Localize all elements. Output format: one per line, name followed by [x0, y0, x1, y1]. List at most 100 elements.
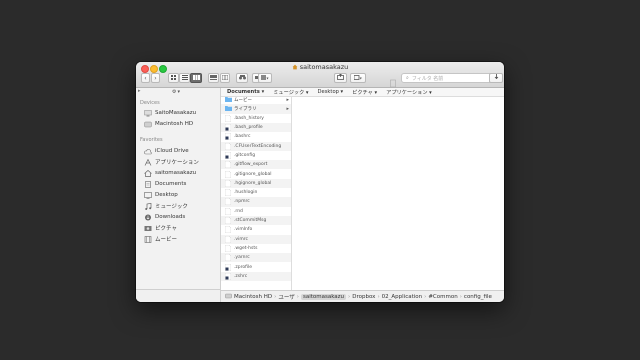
list-item[interactable]: .yarnrc — [221, 253, 291, 263]
sidebar-item-label: iCloud Drive — [155, 148, 189, 154]
sidebar-item-icloud[interactable]: iCloud Drive — [144, 146, 189, 156]
arrange-button[interactable]: ▾ — [258, 73, 272, 83]
document-icon — [224, 244, 232, 253]
share-button[interactable] — [334, 73, 347, 83]
list-item[interactable]: .CFUserTextEncoding — [221, 141, 291, 151]
list-icon — [181, 74, 188, 82]
column-header-pictures[interactable]: ピクチャ ▾ — [352, 89, 377, 96]
path-separator: › — [459, 293, 462, 300]
view-gallery-button[interactable] — [208, 73, 219, 83]
sidebar-item-movies[interactable]: ムービー — [144, 234, 177, 244]
list-item[interactable]: .hgignore_global — [221, 178, 291, 188]
list-item-label: .rnd — [234, 208, 243, 214]
sidebar-item-desktop[interactable]: Desktop — [144, 190, 178, 200]
list-item[interactable]: .vimInfo — [221, 225, 291, 234]
action-gear-button[interactable]: ⚙ ▾ — [172, 88, 186, 96]
path-segment[interactable]: Dropbox — [352, 294, 375, 300]
desktop-icon — [144, 191, 152, 199]
list-item-label: .hushlogin — [234, 190, 258, 196]
column-header-music[interactable]: ミュージック ▾ — [273, 89, 308, 96]
action-button[interactable]: ▾ — [350, 73, 366, 83]
list-item-label: .stCommitMsg — [234, 218, 267, 224]
disk-icon — [144, 121, 152, 128]
list-item[interactable]: .hushlogin — [221, 188, 291, 197]
list-item[interactable]: .vimrc — [221, 234, 291, 244]
share-icon — [337, 73, 344, 82]
chevron-right-icon: ▸ — [286, 97, 289, 103]
list-item[interactable]: ムービー ▸ — [221, 97, 291, 104]
list-item[interactable]: .bash_history — [221, 114, 291, 123]
list-item[interactable]: .bashrc — [221, 132, 291, 141]
sidebar: ▸ ⚙ ▾ Devices SaitoMasakazu Macintosh HD … — [136, 88, 221, 302]
path-segment[interactable]: saitomasakazu — [300, 293, 347, 300]
view-list-button[interactable] — [179, 73, 190, 83]
grid-icon — [170, 74, 177, 82]
exec-file-icon — [224, 133, 232, 141]
sidebar-item-documents[interactable]: Documents — [144, 179, 186, 189]
sidebar-section-favorites: Favorites — [140, 137, 163, 143]
list-item-label: .yarnrc — [234, 255, 250, 261]
list-item[interactable]: .bash_profile — [221, 122, 291, 133]
dropbox-button[interactable] — [489, 73, 503, 83]
sidebar-item-computer[interactable]: SaitoMasakazu — [144, 108, 196, 118]
applications-icon — [144, 158, 152, 166]
list-item[interactable]: .npmrc — [221, 197, 291, 207]
finder-window: saitomasakazu ‹ › ▾ ▾ ⌕ フィルタ 名前 ▸ ⚙ ▾ De… — [136, 62, 504, 302]
list-item[interactable]: .zshrc — [221, 271, 291, 281]
document-icon — [224, 235, 232, 243]
path-segment[interactable]: #Common — [428, 294, 457, 300]
sidebar-item-label: Documents — [155, 181, 187, 187]
sidebar-item-home[interactable]: saitomasakazu — [144, 168, 196, 178]
list-item[interactable]: .gitignore_global — [221, 169, 291, 178]
path-separator: › — [424, 293, 427, 300]
list-item-label: .zprofile — [234, 264, 253, 270]
document-icon — [224, 198, 232, 206]
pictures-icon — [144, 225, 152, 232]
view-coverflow-button[interactable] — [220, 73, 230, 83]
sidebar-item-label: Downloads — [155, 214, 186, 220]
list-item[interactable]: .stCommitMsg — [221, 215, 291, 226]
list-item[interactable]: ライブラリ ▸ — [221, 104, 291, 114]
list-item[interactable]: .gitconfig — [221, 151, 291, 160]
path-segment[interactable]: Macintosh HD — [234, 294, 272, 300]
search-field[interactable]: ⌕ フィルタ 名前 — [401, 73, 493, 83]
forward-button[interactable]: › — [151, 73, 160, 83]
column-header-desktop[interactable]: Desktop ▾ — [318, 89, 344, 95]
sidebar-item-macintosh-hd[interactable]: Macintosh HD — [144, 119, 193, 129]
path-segment[interactable]: ユーザ — [278, 293, 294, 301]
view-icons-button[interactable] — [168, 73, 179, 83]
path-button[interactable] — [236, 73, 248, 83]
path-separator: › — [348, 293, 351, 300]
column-header-applications[interactable]: アプリケーション ▾ — [386, 89, 432, 96]
list-item[interactable]: .gitflow_export — [221, 160, 291, 170]
sidebar-footer — [136, 289, 220, 302]
document-icon — [224, 170, 232, 178]
gallery-icon — [210, 74, 217, 82]
chevron-right-icon: › — [154, 74, 157, 82]
document-icon — [224, 114, 232, 122]
list-item-label: .bash_profile — [234, 125, 263, 131]
sidebar-item-label: SaitoMasakazu — [155, 110, 197, 116]
cloud-icon — [144, 148, 152, 155]
search-icon: ⌕ — [406, 75, 409, 81]
path-segment[interactable]: 02_Application — [382, 294, 422, 300]
folder-icon — [225, 105, 232, 112]
column-empty-area[interactable] — [292, 97, 504, 290]
list-item[interactable]: .wget-hsts — [221, 244, 291, 253]
column-header-documents[interactable]: Documents ▾ — [227, 89, 264, 95]
sidebar-collapse-arrow[interactable]: ▸ — [138, 88, 141, 94]
back-button[interactable]: ‹ — [141, 73, 150, 83]
list-item[interactable]: .zprofile — [221, 262, 291, 271]
documents-icon — [144, 180, 152, 188]
home-icon — [292, 64, 298, 70]
chevron-right-icon: ▸ — [286, 105, 289, 112]
list-item-label: .gitflow_export — [234, 162, 268, 168]
sidebar-item-downloads[interactable]: Downloads — [144, 212, 185, 222]
sidebar-item-applications[interactable]: アプリケーション — [144, 157, 199, 167]
sidebar-item-pictures[interactable]: ピクチャ — [144, 223, 177, 233]
list-item[interactable]: .rnd — [221, 207, 291, 216]
arrange-icon: ▾ — [261, 74, 269, 82]
view-columns-button[interactable] — [190, 73, 202, 83]
sidebar-item-music[interactable]: ミュージック — [144, 201, 188, 211]
path-segment[interactable]: config_file — [464, 294, 492, 300]
